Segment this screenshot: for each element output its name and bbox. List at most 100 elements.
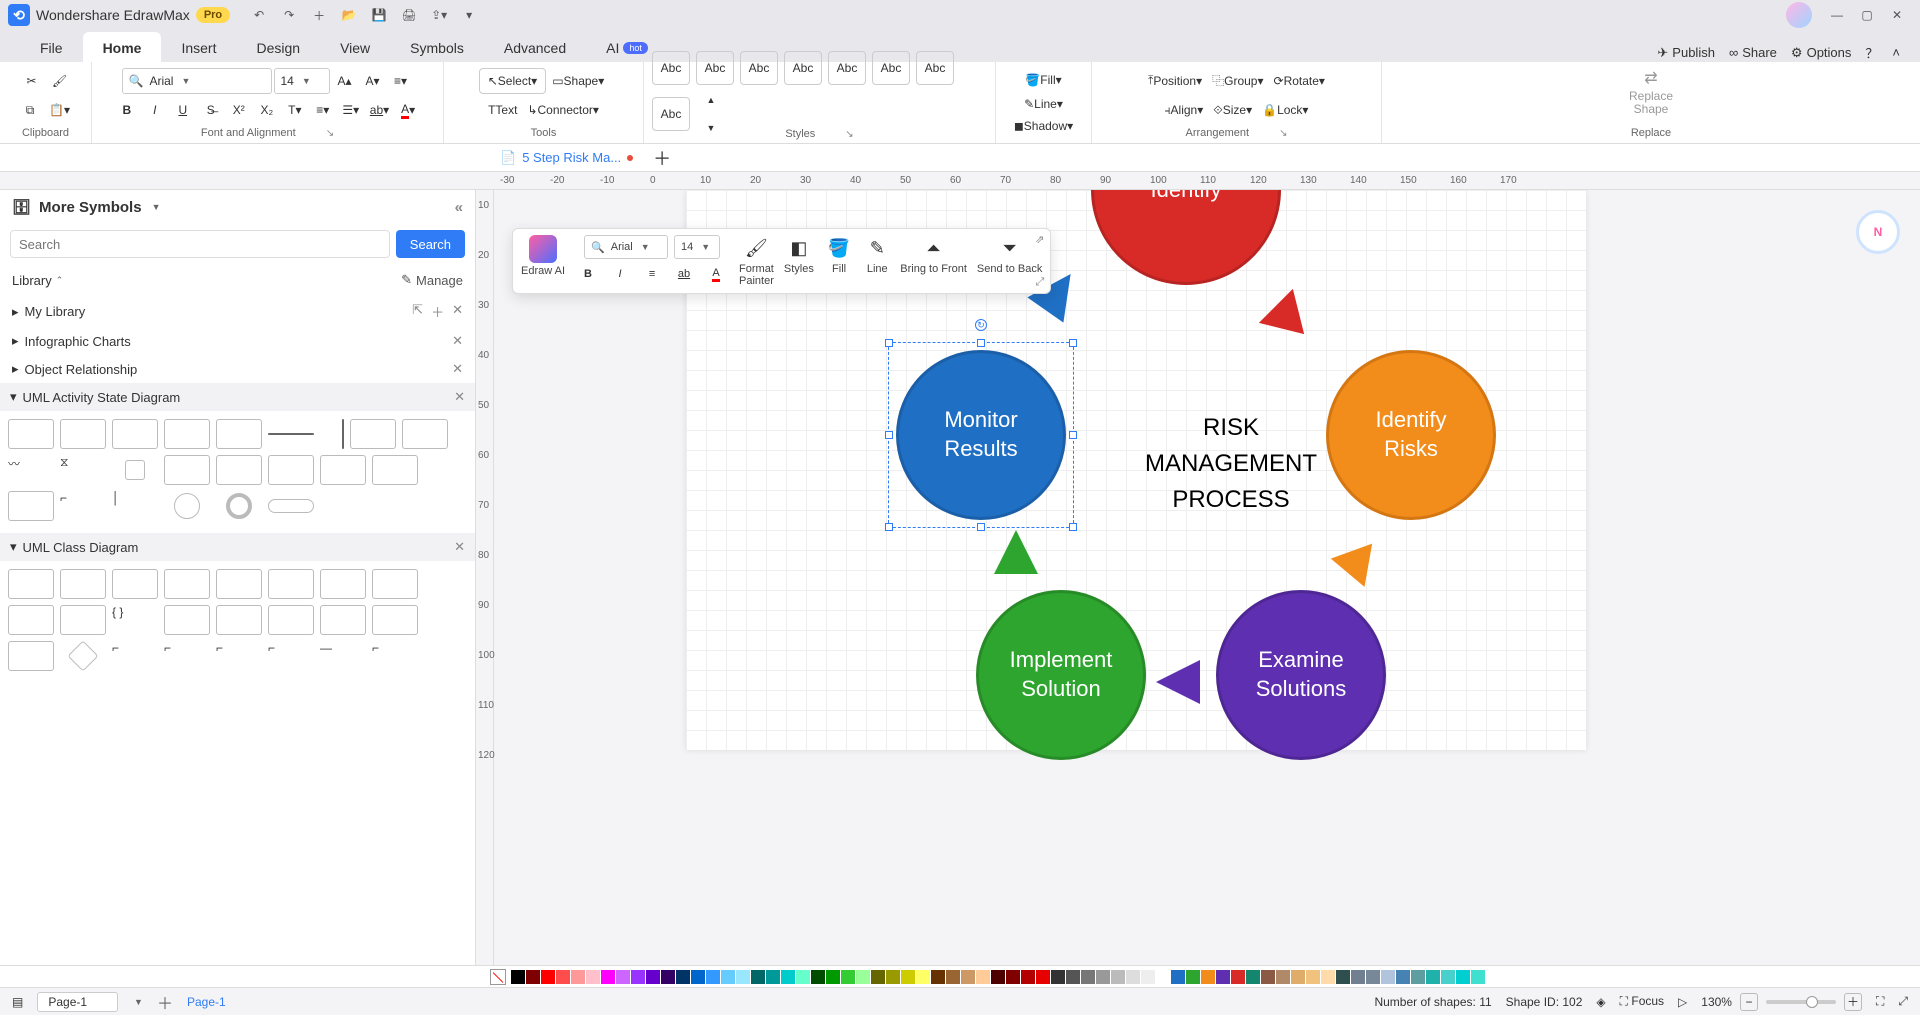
color-swatch[interactable]	[1456, 970, 1470, 984]
size-menu[interactable]: ⟐ Size ▾	[1209, 97, 1256, 123]
italic-icon[interactable]: I	[142, 97, 168, 123]
sidebar-title[interactable]: More Symbols	[39, 199, 142, 216]
circle-implement-solution[interactable]: Implement Solution	[976, 590, 1146, 760]
resize-handle[interactable]	[885, 523, 893, 531]
arrow-green[interactable]	[994, 530, 1038, 574]
shape-thumb[interactable]	[174, 493, 200, 519]
color-swatch[interactable]	[1021, 970, 1035, 984]
uml-activity-header[interactable]: ▾ UML Activity State Diagram✕	[0, 383, 475, 411]
color-swatch[interactable]	[1186, 970, 1200, 984]
zoom-in-icon[interactable]: ＋	[1844, 993, 1862, 1011]
float-line-icon[interactable]: ✎	[864, 235, 890, 261]
float-bold-icon[interactable]: B	[575, 261, 601, 287]
style-preset[interactable]: Abc	[828, 51, 866, 85]
font-combo[interactable]: 🔍 Arial▼	[122, 68, 272, 94]
rotate-menu[interactable]: ⟳ Rotate ▾	[1270, 68, 1329, 94]
line-spacing-icon[interactable]: ≡▾	[310, 97, 336, 123]
tab-design[interactable]: Design	[236, 32, 320, 62]
color-swatch[interactable]	[1366, 970, 1380, 984]
shape-thumb[interactable]: 〰	[8, 455, 54, 485]
color-swatch[interactable]	[631, 970, 645, 984]
shape-thumb[interactable]	[8, 605, 54, 635]
shape-thumb[interactable]	[216, 569, 262, 599]
color-swatch[interactable]	[1096, 970, 1110, 984]
color-swatch[interactable]	[1066, 970, 1080, 984]
infographic-item[interactable]: ▸ Infographic Charts✕	[0, 327, 475, 355]
arrangement-group-expand-icon[interactable]: ↘	[1279, 128, 1287, 139]
shape-thumb[interactable]	[60, 419, 106, 449]
arrow-purple[interactable]	[1156, 660, 1200, 704]
resize-handle[interactable]	[1069, 523, 1077, 531]
float-fill-icon[interactable]: 🪣	[824, 235, 854, 261]
color-swatch[interactable]	[1396, 970, 1410, 984]
color-swatch[interactable]	[1261, 970, 1275, 984]
arrow-orange[interactable]	[1331, 544, 1385, 595]
close-icon[interactable]: ✕	[452, 361, 463, 377]
share-button[interactable]: ∞ Share	[1729, 45, 1777, 60]
shape-thumb[interactable]	[8, 491, 54, 521]
color-swatch[interactable]	[916, 970, 930, 984]
add-page-icon[interactable]: ＋	[157, 990, 173, 1014]
connector-menu[interactable]: ↳ Connector ▾	[523, 97, 602, 123]
color-swatch[interactable]	[1246, 970, 1260, 984]
float-textcolor-icon[interactable]: A	[703, 261, 729, 287]
shape-thumb[interactable]	[216, 455, 262, 485]
color-swatch[interactable]	[1111, 970, 1125, 984]
shape-thumb[interactable]	[125, 460, 145, 480]
style-preset[interactable]: Abc	[652, 97, 690, 131]
color-swatch[interactable]	[856, 970, 870, 984]
color-swatch[interactable]	[676, 970, 690, 984]
paste-icon[interactable]: 📋▾	[45, 97, 74, 123]
print-icon[interactable]: 🖨	[396, 2, 422, 28]
color-swatch[interactable]	[1336, 970, 1350, 984]
color-swatch[interactable]	[1171, 970, 1185, 984]
add-lib-icon[interactable]: ＋	[431, 302, 444, 321]
shape-thumb[interactable]	[268, 455, 314, 485]
shape-thumb[interactable]	[320, 569, 366, 599]
shape-thumb[interactable]	[164, 569, 210, 599]
styles-down-icon[interactable]: ▼	[698, 115, 724, 141]
group-menu[interactable]: ⿻ Group ▾	[1208, 68, 1267, 94]
shape-thumb[interactable]: ⌐	[112, 641, 158, 671]
presentation-icon[interactable]: ▷	[1678, 995, 1687, 1009]
shape-thumb[interactable]	[216, 419, 262, 449]
expand-icon[interactable]: ⤢	[1036, 276, 1045, 289]
color-swatch[interactable]	[526, 970, 540, 984]
tab-home[interactable]: Home	[83, 32, 162, 62]
copy-icon[interactable]: ⧉	[17, 97, 43, 123]
color-swatch[interactable]	[556, 970, 570, 984]
shape-thumb[interactable]	[60, 569, 106, 599]
color-swatch[interactable]	[541, 970, 555, 984]
style-preset[interactable]: Abc	[916, 51, 954, 85]
color-swatch[interactable]	[1381, 970, 1395, 984]
resize-handle[interactable]	[885, 339, 893, 347]
color-swatch[interactable]	[1081, 970, 1095, 984]
zoom-out-icon[interactable]: −	[1740, 993, 1758, 1011]
float-align-icon[interactable]: ≡	[639, 261, 665, 287]
format-painter-icon[interactable]: 🖌	[741, 235, 772, 261]
pin-icon[interactable]: ⇗	[1035, 233, 1044, 246]
resize-handle[interactable]	[1069, 431, 1077, 439]
close-icon[interactable]: ✕	[452, 333, 463, 349]
page-list-icon[interactable]: ▤	[12, 995, 23, 1009]
color-swatch[interactable]	[1276, 970, 1290, 984]
shape-thumb[interactable]: { }	[112, 605, 158, 635]
shape-thumb[interactable]	[8, 641, 54, 671]
font-size-combo[interactable]: 14▼	[274, 68, 330, 94]
color-swatch[interactable]	[1216, 970, 1230, 984]
select-tool[interactable]: ↖ Select ▾	[479, 68, 546, 94]
manage-library[interactable]: ✎ Manage	[401, 272, 463, 288]
color-swatch[interactable]	[511, 970, 525, 984]
color-swatch[interactable]	[1321, 970, 1335, 984]
float-italic-icon[interactable]: I	[607, 261, 633, 287]
export-lib-icon[interactable]: ⇱	[412, 302, 423, 321]
color-swatch[interactable]	[871, 970, 885, 984]
shape-thumb[interactable]	[372, 569, 418, 599]
shape-thumb[interactable]	[372, 455, 418, 485]
color-swatch[interactable]	[1036, 970, 1050, 984]
resize-handle[interactable]	[1069, 339, 1077, 347]
underline-icon[interactable]: U	[170, 97, 196, 123]
collapse-ribbon-icon[interactable]: ˄	[1892, 45, 1900, 60]
color-swatch[interactable]	[901, 970, 915, 984]
qat-more-icon[interactable]: ▾	[456, 2, 482, 28]
